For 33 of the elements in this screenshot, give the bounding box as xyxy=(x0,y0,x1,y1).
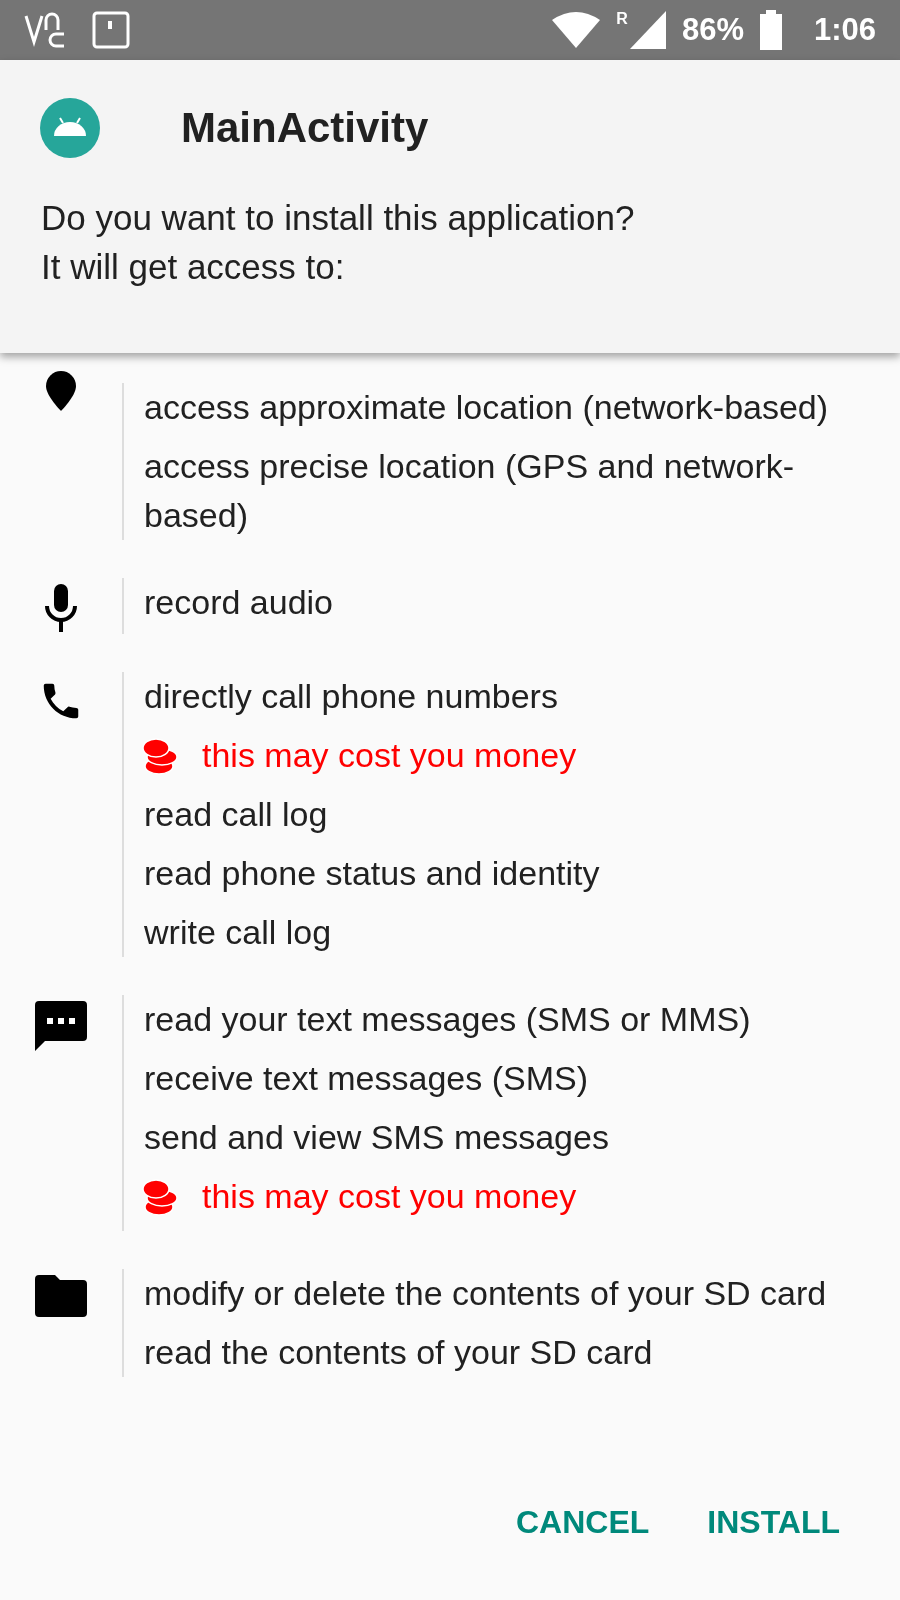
dialog-title: MainActivity xyxy=(181,103,429,153)
permission-text: read phone status and identity xyxy=(144,853,601,894)
permission-text: access precise location (GPS and network-based) xyxy=(144,446,796,536)
permission-text: record audio xyxy=(144,582,334,623)
dialog-button[interactable]: INSTALL xyxy=(697,1490,850,1554)
permission-text: access approximate location (network-based) xyxy=(144,387,830,428)
dialog-message: Do you want to install this application? xyxy=(41,197,636,239)
coins-icon xyxy=(142,1177,180,1216)
permission-text: read the contents of your SD card xyxy=(144,1332,654,1373)
signal-icon xyxy=(629,11,666,49)
dialog-message: It will get access to: xyxy=(41,246,346,288)
app-icon xyxy=(40,97,100,158)
microphone-icon xyxy=(43,584,79,634)
folder-icon xyxy=(35,1275,87,1317)
notification-icon xyxy=(92,11,130,49)
cost-warning: this may cost you money xyxy=(202,1176,577,1217)
location-pin-icon xyxy=(46,371,76,411)
permission-text: modify or delete the contents of your SD card xyxy=(144,1273,828,1314)
permission-text: send and view SMS messages xyxy=(144,1117,610,1158)
roaming-indicator: R xyxy=(616,11,628,27)
permission-text: read call log xyxy=(144,794,329,835)
wifi-icon xyxy=(552,12,601,48)
permission-text: read your text messages (SMS or MMS) xyxy=(144,999,752,1040)
coins-icon xyxy=(142,736,180,775)
battery-percentage: 86% xyxy=(681,10,744,49)
permission-text: directly call phone numbers xyxy=(144,676,559,717)
dialog-button[interactable]: CANCEL xyxy=(505,1490,660,1554)
permission-text: receive text messages (SMS) xyxy=(144,1058,590,1099)
battery-icon xyxy=(759,10,782,50)
clock: 1:06 xyxy=(813,10,876,49)
cost-warning: this may cost you money xyxy=(202,735,577,776)
chat-icon xyxy=(35,1001,87,1053)
permission-text: write call log xyxy=(144,912,333,953)
